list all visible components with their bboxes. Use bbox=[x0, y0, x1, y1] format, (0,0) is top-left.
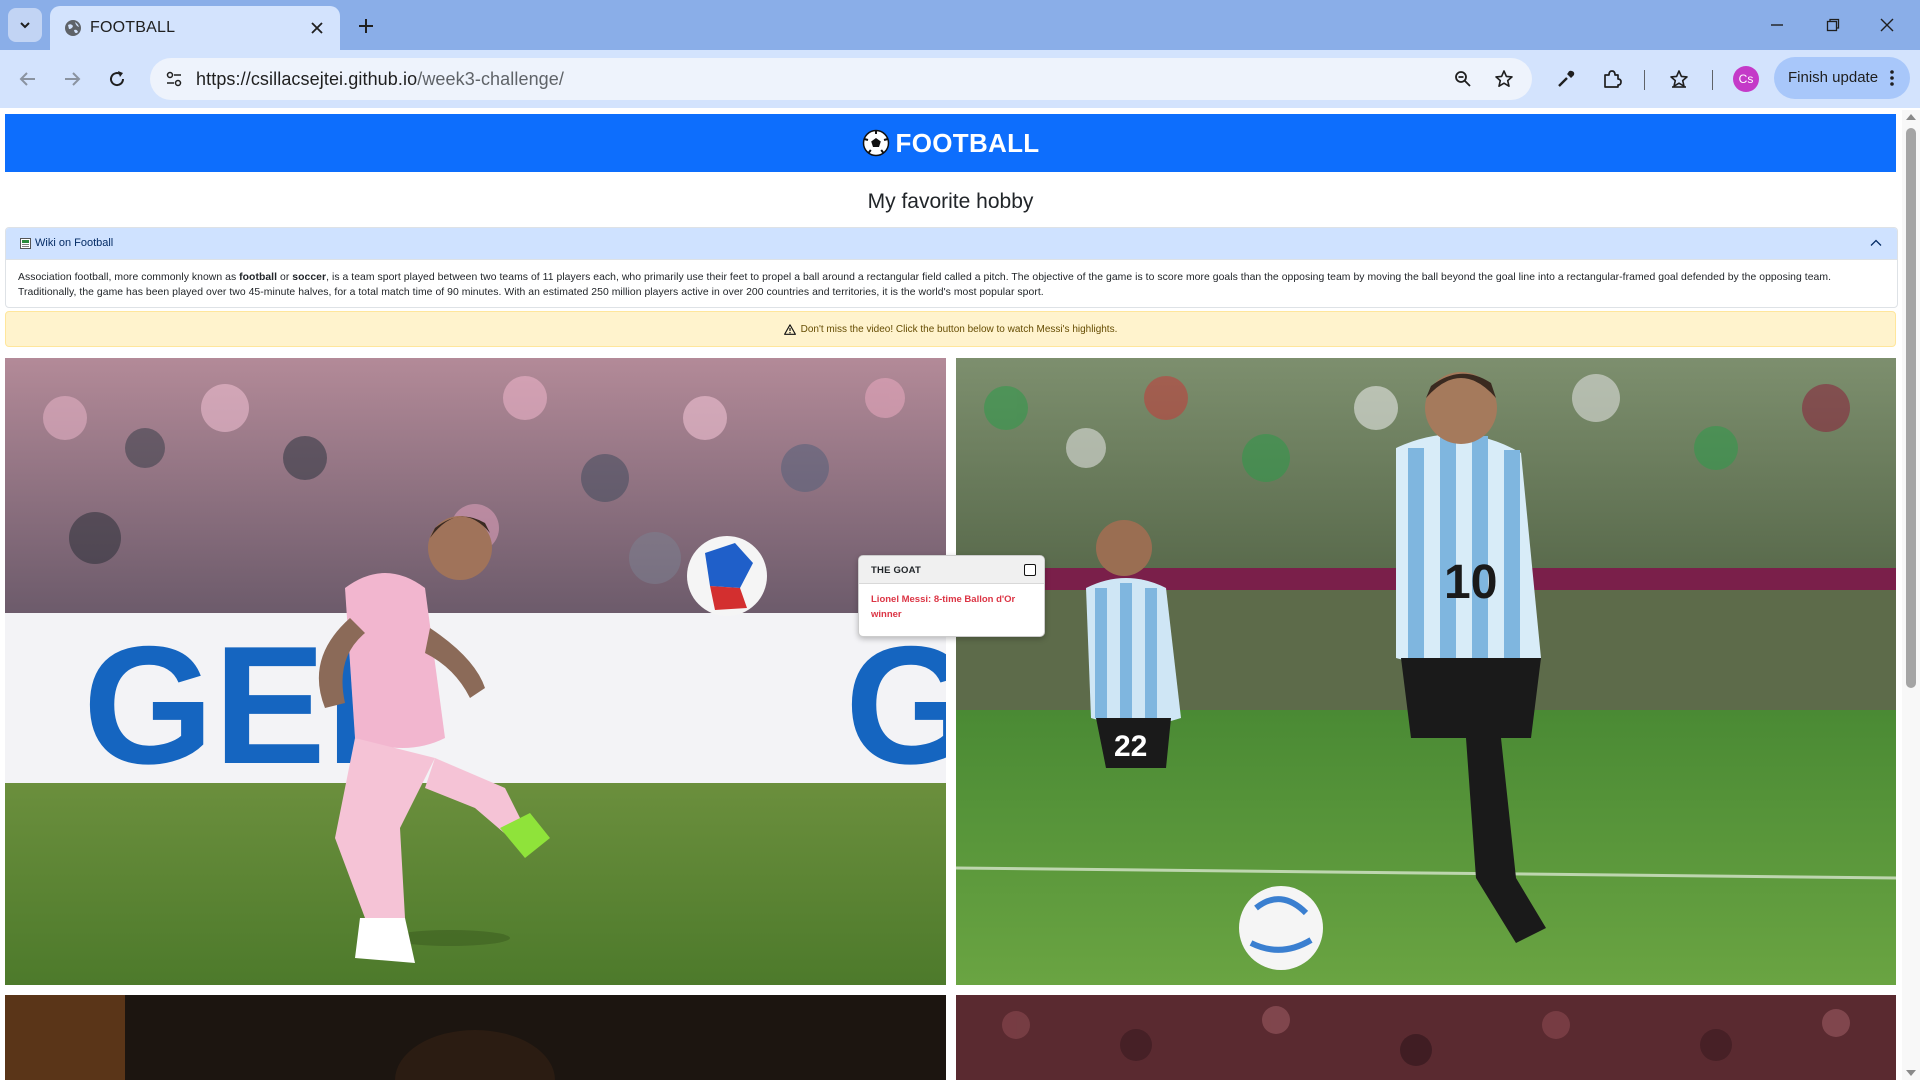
site-header: FOOTBALL bbox=[5, 114, 1896, 172]
alert-text: Don't miss the video! Click the button b… bbox=[800, 323, 1118, 335]
photo-celebration bbox=[956, 995, 1896, 1080]
photo-messi-portrait bbox=[5, 995, 946, 1080]
tab-search-button[interactable] bbox=[8, 8, 42, 42]
accordion-title: Wiki on Football bbox=[35, 237, 114, 249]
star-icon bbox=[1495, 70, 1513, 87]
goat-popover: THE GOAT Lionel Messi: 8-time Ballon d'O… bbox=[858, 555, 1045, 637]
wiki-accordion: Wiki on Football Association football, m… bbox=[5, 227, 1898, 308]
minimize-button[interactable] bbox=[1762, 10, 1792, 40]
zoom-button[interactable] bbox=[1448, 64, 1478, 94]
url-path: /week3-challenge/ bbox=[417, 69, 565, 89]
video-alert: Don't miss the video! Click the button b… bbox=[5, 311, 1896, 347]
extensions-button[interactable] bbox=[1596, 63, 1628, 95]
page-scrollbar[interactable] bbox=[1902, 110, 1920, 1080]
active-tab[interactable]: FOOTBALL bbox=[50, 6, 340, 50]
url-host: https://csillacsejtei.github.io bbox=[196, 69, 418, 89]
eyedropper-button[interactable] bbox=[1550, 63, 1582, 95]
new-tab-button[interactable] bbox=[352, 12, 380, 40]
popover-checkbox[interactable] bbox=[1024, 564, 1036, 576]
photo-messi-pink: GEI G bbox=[5, 358, 946, 985]
site-title: FOOTBALL bbox=[895, 127, 1040, 158]
finish-update-label: Finish update bbox=[1788, 69, 1879, 86]
site-info-button[interactable] bbox=[158, 63, 190, 95]
banner-text-right: G bbox=[845, 611, 946, 799]
back-button[interactable] bbox=[12, 63, 44, 95]
zoom-icon bbox=[1455, 71, 1471, 87]
accordion-header[interactable]: Wiki on Football bbox=[6, 228, 1897, 260]
tab-title: FOOTBALL bbox=[90, 19, 176, 36]
scroll-thumb[interactable] bbox=[1906, 128, 1916, 688]
finish-update-button[interactable]: Finish update bbox=[1774, 57, 1910, 99]
forward-icon bbox=[65, 72, 81, 86]
photo-messi-argentina: 22 10 bbox=[956, 358, 1896, 985]
extensions-icon bbox=[1604, 70, 1622, 88]
page-subtitle: My favorite hobby bbox=[867, 190, 1034, 213]
accordion-body: Association football, more commonly know… bbox=[18, 270, 1886, 300]
browser-toolbar: https://csillacsejtei.github.io/week3-ch… bbox=[0, 50, 1920, 108]
page-viewport: FOOTBALL My favorite hobby Wiki on Footb… bbox=[0, 110, 1920, 1080]
eyedropper-icon bbox=[1558, 70, 1575, 87]
scroll-up-arrow[interactable] bbox=[1906, 114, 1916, 120]
tab-search-icon bbox=[20, 22, 30, 29]
popover-body: Lionel Messi: 8-time Ballon d'Or winner bbox=[871, 594, 1016, 620]
plus-icon bbox=[359, 19, 373, 33]
wiki-intro: Association football, more commonly know… bbox=[18, 272, 240, 283]
bookmarks-button[interactable] bbox=[1663, 63, 1695, 95]
popover-header: THE GOAT bbox=[859, 556, 1044, 584]
address-bar[interactable]: https://csillacsejtei.github.io/week3-ch… bbox=[150, 58, 1532, 100]
restore-icon bbox=[1826, 18, 1840, 32]
restore-button[interactable] bbox=[1818, 10, 1848, 40]
globe-icon bbox=[65, 20, 81, 36]
minimize-icon bbox=[1771, 24, 1783, 26]
forward-button[interactable] bbox=[56, 63, 88, 95]
scroll-down-arrow[interactable] bbox=[1906, 1070, 1916, 1076]
jersey-number-10: 10 bbox=[1444, 556, 1497, 609]
wiki-term-soccer: soccer bbox=[292, 272, 327, 283]
wiki-connector: or bbox=[277, 272, 293, 283]
close-icon bbox=[1880, 18, 1894, 32]
soccer-ball-icon bbox=[862, 129, 889, 157]
close-icon bbox=[311, 22, 323, 34]
back-icon bbox=[19, 72, 35, 86]
close-tab-button[interactable] bbox=[306, 17, 328, 39]
close-window-button[interactable] bbox=[1872, 10, 1902, 40]
warning-icon bbox=[783, 323, 796, 335]
bookmarks-icon bbox=[1670, 70, 1688, 88]
profile-avatar[interactable]: Cs bbox=[1733, 66, 1759, 92]
site-info-icon bbox=[166, 71, 182, 87]
tab-strip: FOOTBALL bbox=[0, 0, 1920, 50]
popover-title: THE GOAT bbox=[871, 565, 921, 576]
more-icon bbox=[1884, 67, 1900, 89]
jersey-number-22: 22 bbox=[1114, 730, 1147, 763]
toolbar-divider bbox=[1644, 70, 1645, 90]
toolbar-divider bbox=[1712, 70, 1713, 90]
reload-icon bbox=[110, 71, 125, 87]
url-text[interactable]: https://csillacsejtei.github.io/week3-ch… bbox=[196, 69, 564, 90]
chevron-up-icon bbox=[1870, 239, 1882, 246]
reload-button[interactable] bbox=[101, 63, 133, 95]
wiki-term-football: football bbox=[239, 272, 278, 283]
book-icon bbox=[20, 238, 31, 249]
bookmark-star-button[interactable] bbox=[1489, 64, 1519, 94]
